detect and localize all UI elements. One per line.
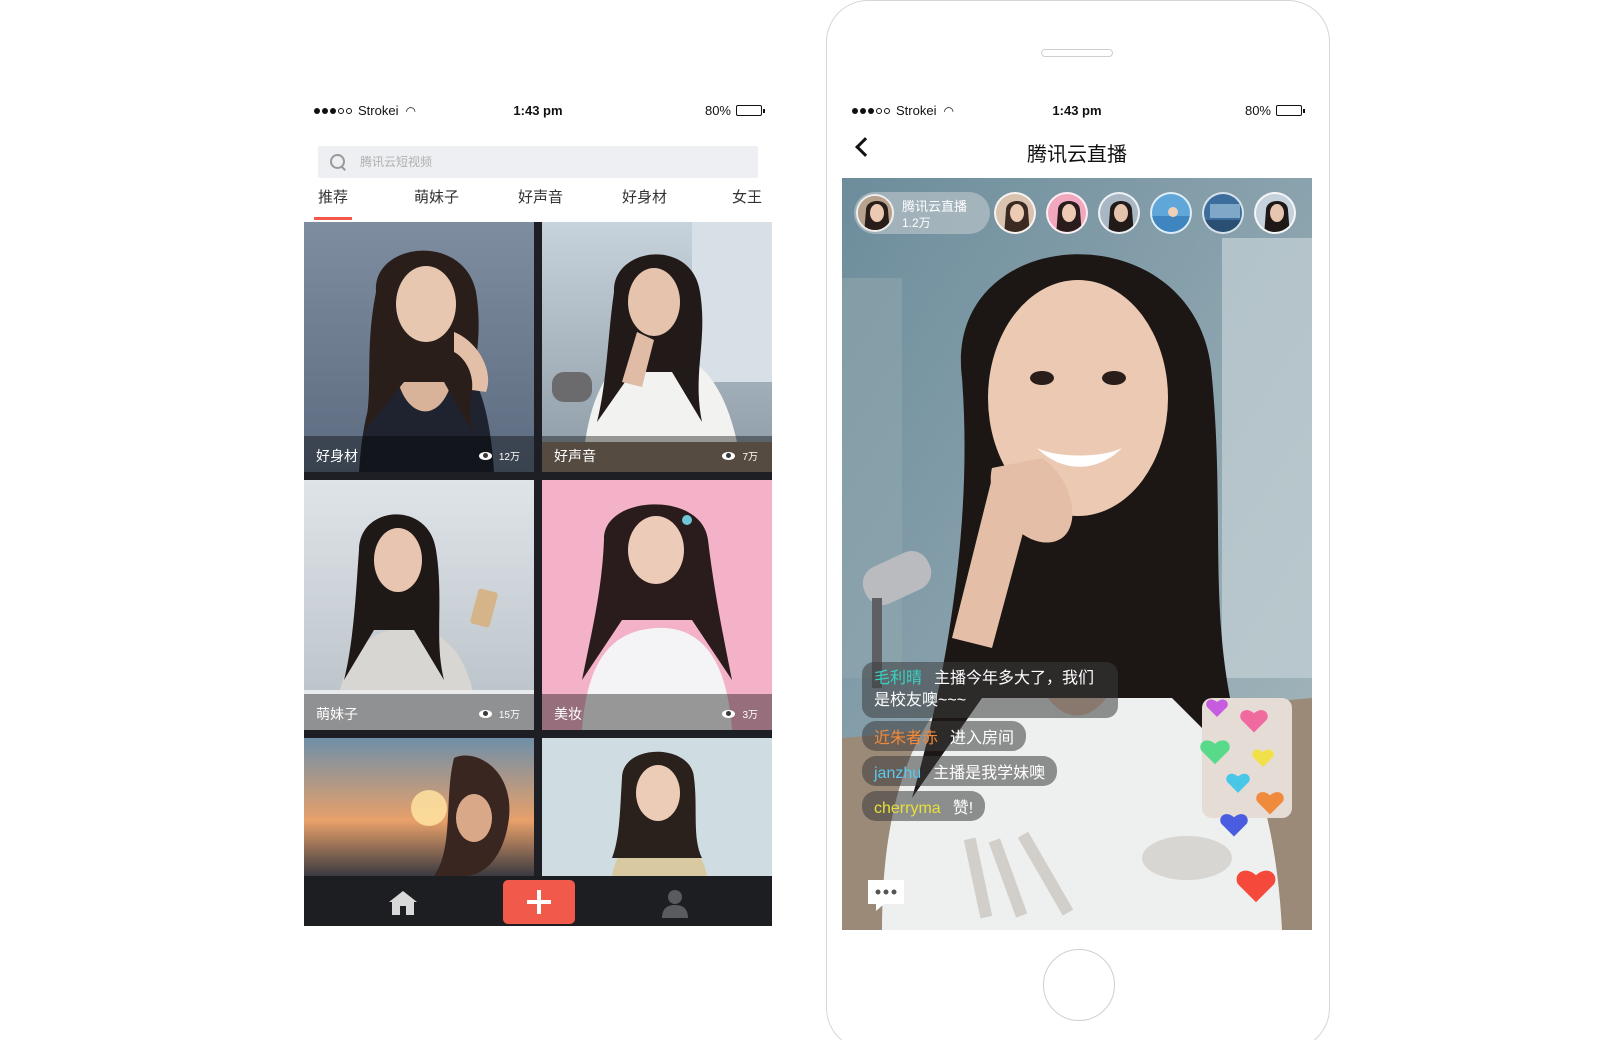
thumbnail-image bbox=[304, 738, 534, 876]
view-count-text: 15万 bbox=[498, 710, 520, 721]
chat-user: 近朱者赤 bbox=[874, 730, 939, 747]
card-label: 美妆 bbox=[554, 706, 582, 722]
card-caption: 美妆 3万 bbox=[542, 694, 772, 730]
card-caption: 萌妹子 15万 bbox=[304, 694, 534, 730]
tab-recommend[interactable]: 推荐 bbox=[313, 188, 353, 220]
view-count: 12万 bbox=[478, 448, 520, 463]
live-stream-screen: Strokei ◠ 1:43 pm 80% 腾讯云直播 腾讯云直播 1.2万 毛… bbox=[842, 96, 1312, 930]
view-count-text: 7万 bbox=[742, 452, 758, 463]
video-card[interactable] bbox=[304, 738, 534, 876]
battery-icon bbox=[736, 105, 765, 116]
view-count: 15万 bbox=[478, 706, 520, 721]
add-video-button[interactable] bbox=[503, 880, 575, 924]
video-grid: 好身材 12万 好声音 7万 萌妹子 15万 美妆 3万 bbox=[304, 222, 772, 876]
card-label: 好身材 bbox=[316, 448, 358, 464]
viewer-avatar[interactable] bbox=[1254, 192, 1296, 234]
chat-message: 毛利晴 主播今年多大了，我们是校友噢~~~ bbox=[862, 662, 1118, 718]
status-time: 1:43 pm bbox=[1052, 103, 1102, 118]
search-bar[interactable] bbox=[318, 146, 758, 178]
thumbnail-image bbox=[542, 222, 772, 472]
host-viewer-count: 1.2万 bbox=[902, 216, 931, 230]
chat-text: 进入房间 bbox=[950, 730, 1015, 747]
search-input[interactable] bbox=[360, 155, 720, 169]
page-title: 腾讯云直播 bbox=[1027, 144, 1127, 166]
category-tabs: 推荐 萌妹子 好声音 好身材 女王 bbox=[304, 188, 772, 220]
thumbnail-image bbox=[304, 222, 534, 472]
viewer-avatar[interactable] bbox=[994, 192, 1036, 234]
video-card[interactable]: 美妆 3万 bbox=[542, 480, 772, 730]
card-label: 好声音 bbox=[554, 448, 596, 464]
chat-bubble-icon[interactable] bbox=[866, 878, 906, 912]
bottom-tab-bar bbox=[304, 876, 772, 926]
heart-icon bbox=[1252, 749, 1274, 767]
host-info[interactable]: 腾讯云直播 1.2万 bbox=[854, 192, 990, 234]
heart-icon bbox=[1256, 792, 1284, 815]
tab-good-figure[interactable]: 好身材 bbox=[622, 188, 667, 220]
viewer-avatar[interactable] bbox=[1150, 192, 1192, 234]
eye-icon bbox=[478, 709, 492, 718]
heart-icon bbox=[1220, 814, 1248, 837]
chat-user: janzhu bbox=[874, 765, 922, 782]
video-card[interactable]: 好身材 12万 bbox=[304, 222, 534, 472]
chat-text: 赞! bbox=[952, 800, 974, 817]
battery-indicator: 80% bbox=[704, 103, 765, 118]
thumbnail-image bbox=[304, 480, 534, 730]
heart-icon bbox=[1200, 740, 1230, 765]
host-avatar bbox=[856, 194, 894, 232]
user-icon[interactable] bbox=[660, 888, 690, 918]
search-icon bbox=[330, 154, 346, 170]
chat-message: cherryma 赞! bbox=[862, 791, 986, 821]
chat-user: cherryma bbox=[874, 800, 941, 817]
nav-bar: 腾讯云直播 bbox=[842, 126, 1312, 176]
chat-text: 主播是我学妹噢 bbox=[933, 765, 1046, 782]
card-label: 萌妹子 bbox=[316, 706, 358, 722]
heart-icon bbox=[1206, 699, 1228, 717]
thumbnail-image bbox=[542, 480, 772, 730]
card-caption: 好身材 12万 bbox=[304, 436, 534, 472]
battery-icon bbox=[1276, 105, 1305, 116]
like-heart-icon[interactable] bbox=[1236, 868, 1276, 904]
tab-good-voice[interactable]: 好声音 bbox=[518, 188, 563, 220]
battery-indicator: 80% bbox=[1244, 103, 1305, 118]
view-count-text: 12万 bbox=[498, 452, 520, 463]
viewer-avatar[interactable] bbox=[1202, 192, 1244, 234]
chat-message: 近朱者赤 进入房间 bbox=[862, 721, 1027, 751]
mockup-stage: Strokei ◠ 1:43 pm 80% 推荐 萌妹子 好声音 好身材 女王 bbox=[0, 0, 1620, 1040]
home-icon[interactable] bbox=[388, 890, 418, 916]
chat-message: janzhu 主播是我学妹噢 bbox=[862, 756, 1058, 786]
tab-queen[interactable]: 女王 bbox=[732, 188, 762, 220]
video-card[interactable]: 好声音 7万 bbox=[542, 222, 772, 472]
live-video[interactable]: 腾讯云直播 1.2万 毛利晴 主播今年多大了，我们是校友噢~~~ 近朱者赤 进入房间… bbox=[842, 178, 1312, 930]
viewer-avatar[interactable] bbox=[1046, 192, 1088, 234]
status-bar: Strokei ◠ 1:43 pm 80% bbox=[304, 96, 772, 126]
heart-icon bbox=[1226, 773, 1250, 793]
view-count: 3万 bbox=[722, 706, 758, 721]
eye-icon bbox=[478, 451, 492, 460]
eye-icon bbox=[722, 451, 736, 460]
battery-percent: 80% bbox=[1244, 103, 1271, 118]
eye-icon bbox=[722, 709, 736, 718]
phone-speaker bbox=[1041, 49, 1113, 57]
video-card[interactable]: 萌妹子 15万 bbox=[304, 480, 534, 730]
battery-percent: 80% bbox=[704, 103, 731, 118]
view-count: 7万 bbox=[722, 448, 758, 463]
video-list-screen: Strokei ◠ 1:43 pm 80% 推荐 萌妹子 好声音 好身材 女王 bbox=[304, 96, 772, 926]
host-name: 腾讯云直播 bbox=[902, 199, 968, 214]
viewer-avatar[interactable] bbox=[1098, 192, 1140, 234]
view-count-text: 3万 bbox=[742, 710, 758, 721]
phone-home-button[interactable] bbox=[1043, 949, 1115, 1021]
status-time: 1:43 pm bbox=[513, 103, 563, 118]
card-caption: 好声音 7万 bbox=[542, 436, 772, 472]
chat-user: 毛利晴 bbox=[874, 670, 923, 687]
thumbnail-image bbox=[542, 738, 772, 876]
heart-icon bbox=[1240, 710, 1268, 733]
tab-cute-girls[interactable]: 萌妹子 bbox=[414, 188, 459, 220]
status-bar: Strokei ◠ 1:43 pm 80% bbox=[842, 96, 1312, 126]
video-card[interactable] bbox=[542, 738, 772, 876]
